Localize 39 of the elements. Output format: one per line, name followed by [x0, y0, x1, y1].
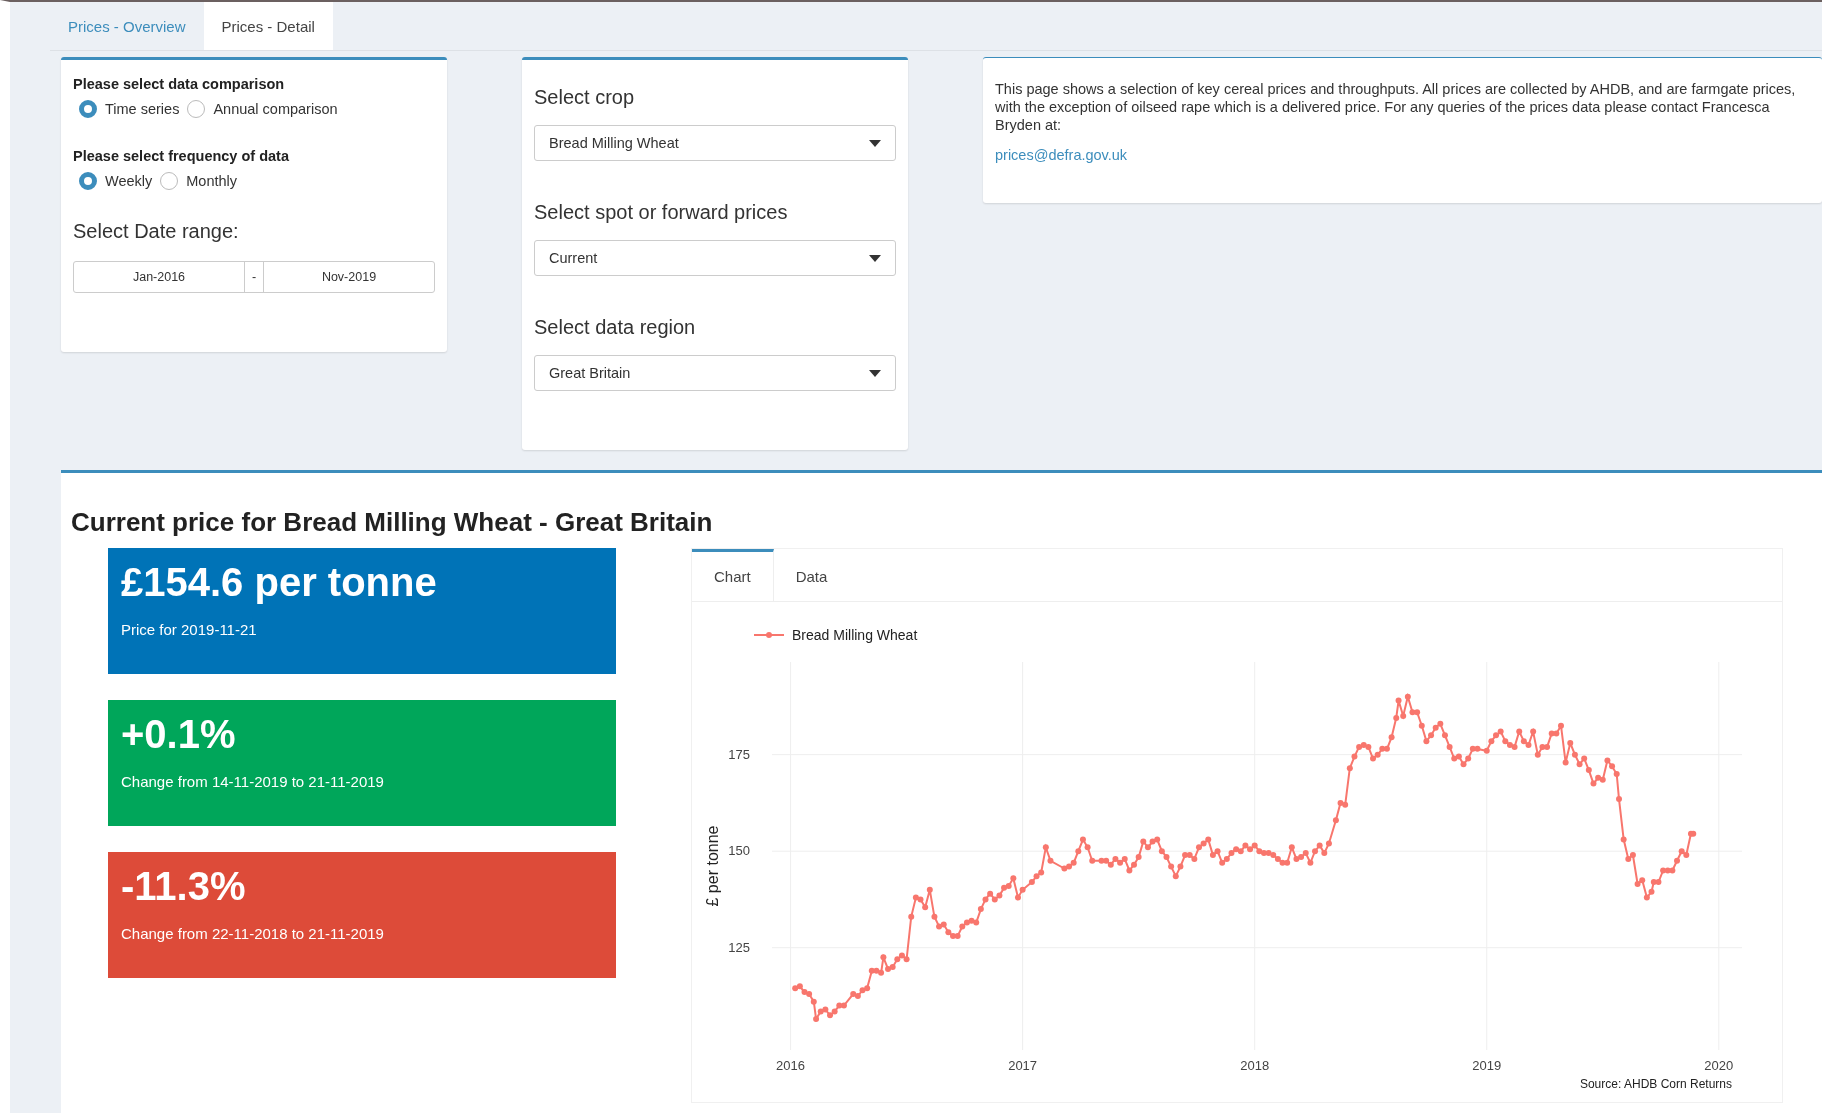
question-label: Please select frequency of data — [73, 148, 290, 164]
y-axis-title: £ per tonne — [704, 825, 721, 907]
select-label: Select data region — [534, 316, 697, 339]
dropdown-select[interactable]: Great Britain — [534, 355, 896, 391]
x-tick-label: 2016 — [776, 1058, 806, 1073]
radio-option[interactable]: Annual comparison — [187, 100, 338, 118]
radio-option[interactable]: Time series — [79, 100, 180, 118]
value-text: +0.1% — [121, 712, 237, 757]
source-note: Source: AHDB Corn Returns — [1579, 1077, 1732, 1091]
email-link[interactable]: prices@defra.gov.uk — [995, 147, 1128, 164]
info-text: This page shows a selection of key cereal prices and throughputs. All prices are collected by AHDB, and are farmgate prices, with the exception of oilseed rape which is a delivered price. For any queries of the prices data please contact Francesca Bryden at: — [995, 80, 1797, 135]
value-caption: Price for 2019-11-21 — [121, 621, 258, 638]
value-text: -11.3% — [121, 864, 247, 909]
legend-label[interactable]: Bread Milling Wheat — [792, 627, 918, 643]
x-tick-label: 2019 — [1472, 1058, 1502, 1073]
y-tick-label: 150 — [728, 843, 750, 859]
value-text: £154.6 per tonne — [121, 560, 438, 605]
radio-option[interactable]: Weekly — [79, 172, 153, 190]
select-label: Select spot or forward prices — [534, 201, 789, 224]
radio-option[interactable]: Monthly — [160, 172, 238, 190]
question-label: Please select data comparison — [73, 76, 286, 92]
dropdown-select[interactable]: Bread Milling Wheat — [534, 125, 896, 161]
view-tab[interactable]: Chart — [692, 549, 774, 601]
page-tab[interactable]: Prices - Detail — [203, 2, 333, 50]
value-caption: Change from 14-11-2019 to 21-11-2019 — [121, 773, 385, 790]
y-tick-label: 125 — [728, 939, 750, 955]
y-tick-label: 175 — [728, 746, 750, 762]
radio-label: Annual comparison — [213, 101, 338, 117]
radio-label: Monthly — [186, 173, 238, 189]
dropdown-select[interactable]: Current — [534, 240, 896, 276]
date-range-label: Select Date range: — [73, 220, 240, 243]
select-label: Select crop — [534, 86, 636, 109]
radio-label: Weekly — [105, 173, 153, 189]
x-tick-label: 2018 — [1240, 1058, 1270, 1073]
value-caption: Change from 22-11-2018 to 21-11-2019 — [121, 925, 385, 942]
x-tick-label: 2020 — [1704, 1058, 1734, 1073]
results-title: Current price for Bread Milling Wheat - Great Britain — [71, 507, 714, 538]
x-tick-label: 2017 — [1008, 1058, 1038, 1073]
radio-label: Time series — [105, 101, 180, 117]
